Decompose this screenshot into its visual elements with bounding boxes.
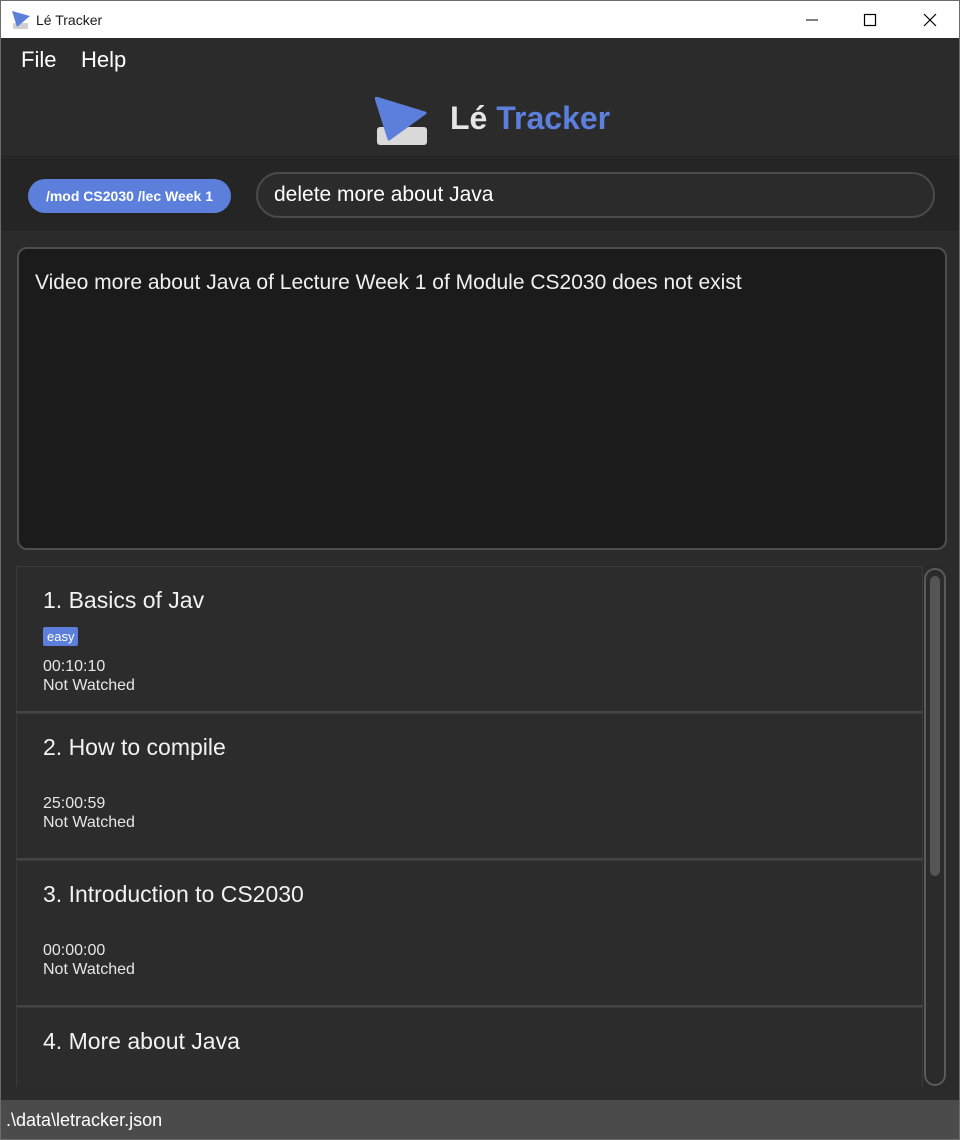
maximize-icon [863, 13, 877, 26]
minimize-button[interactable] [783, 1, 841, 38]
video-card[interactable]: 3. Introduction to CS2030 00:00:00 Not W… [16, 860, 923, 1007]
menu-help[interactable]: Help [81, 47, 126, 73]
close-icon [923, 13, 937, 26]
status-bar: .\data\letracker.json [1, 1100, 959, 1139]
result-display: Video more about Java of Lecture Week 1 … [17, 247, 947, 550]
video-duration: 25:00:59 [43, 795, 106, 812]
app-logo-icon [12, 11, 30, 29]
video-card[interactable]: 4. More about Java [16, 1007, 923, 1087]
video-card[interactable]: 2. How to compile 25:00:59 Not Watched [16, 713, 923, 860]
logo-icon [375, 97, 427, 145]
video-title: 2. How to compile [43, 734, 226, 760]
command-input[interactable]: delete more about Java [256, 172, 935, 218]
command-row: /mod CS2030 /lec Week 1 delete more abou… [1, 158, 959, 231]
video-watch-status: Not Watched [43, 677, 135, 694]
video-card[interactable]: 1. Basics of Jav easy 00:10:10 Not Watch… [16, 566, 923, 713]
title-bar: Lé Tracker [1, 1, 959, 38]
video-list[interactable]: 1. Basics of Jav easy 00:10:10 Not Watch… [15, 566, 947, 1087]
app-window: Lé Tracker File Help Lé Tracker /mod CS2… [0, 0, 960, 1140]
video-title: 4. More about Java [43, 1028, 240, 1054]
app-header: Lé Tracker [1, 82, 959, 157]
data-file-path: .\data\letracker.json [6, 1109, 163, 1130]
list-scrollbar[interactable] [924, 568, 946, 1086]
logo-word-tracker: Tracker [496, 100, 611, 136]
maximize-button[interactable] [841, 1, 899, 38]
result-panel: Video more about Java of Lecture Week 1 … [1, 231, 959, 561]
window-title: Lé Tracker [36, 12, 103, 28]
logo-word-le: Lé [450, 100, 488, 136]
video-watch-status: Not Watched [43, 814, 135, 831]
scrollbar-thumb[interactable] [930, 576, 940, 876]
app-logo-text: Lé Tracker [450, 100, 610, 137]
menu-bar: File Help [1, 38, 959, 82]
context-badge: /mod CS2030 /lec Week 1 [28, 179, 231, 213]
video-tag: easy [43, 627, 79, 646]
video-title: 1. Basics of Jav [43, 587, 205, 613]
menu-file[interactable]: File [21, 47, 56, 73]
video-watch-status: Not Watched [43, 961, 135, 978]
close-button[interactable] [901, 1, 959, 38]
minimize-icon [806, 19, 818, 20]
video-duration: 00:10:10 [43, 658, 106, 675]
video-title: 3. Introduction to CS2030 [43, 881, 304, 907]
video-duration: 00:00:00 [43, 942, 106, 959]
